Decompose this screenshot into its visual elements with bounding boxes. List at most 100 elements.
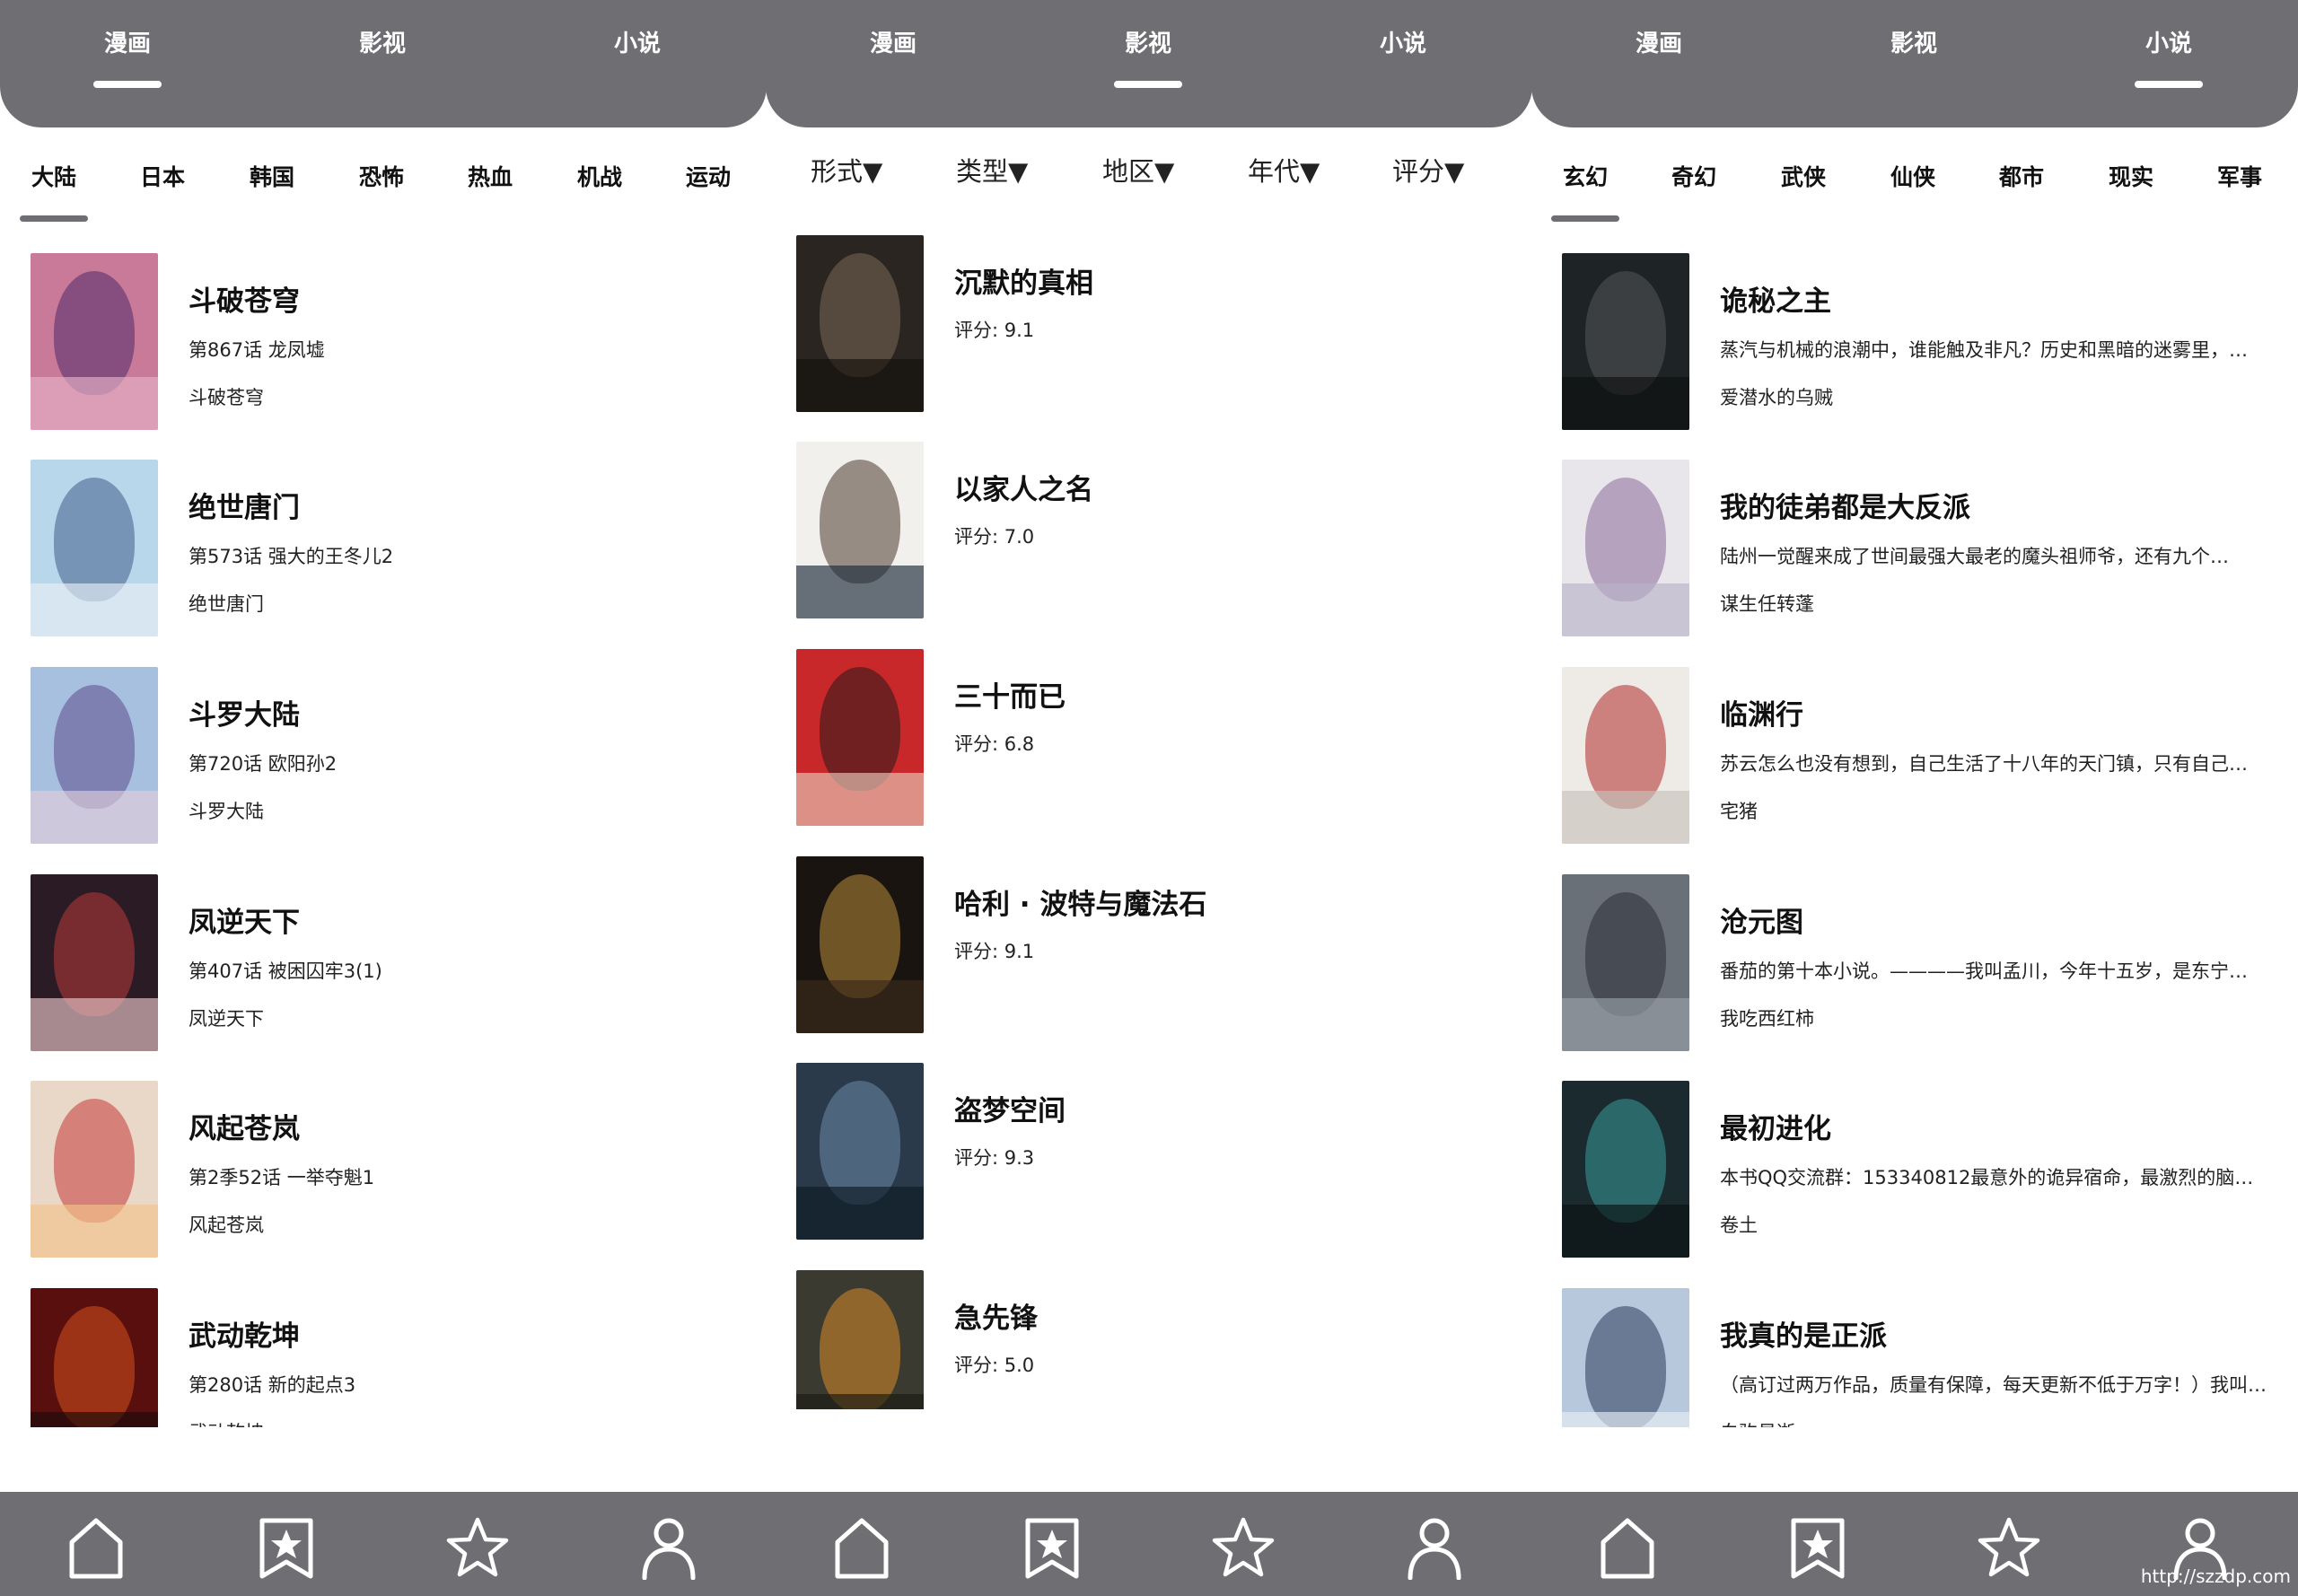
active-tab-indicator	[93, 81, 162, 88]
category-horror[interactable]: 恐怖	[359, 160, 404, 192]
list-item[interactable]: 斗罗大陆 第720话 欧阳孙2 斗罗大陆	[0, 656, 767, 863]
item-name: 斗破苍穹	[189, 387, 264, 408]
filter-year[interactable]: 年代▼	[1248, 151, 1320, 189]
bookmark-star-icon[interactable]	[255, 1515, 318, 1580]
bookmark-star-icon[interactable]	[1021, 1515, 1083, 1580]
tab-video[interactable]: 影视	[1842, 25, 1986, 58]
category-mainland[interactable]: 大陆	[31, 160, 76, 192]
filter-rating[interactable]: 评分▼	[1392, 151, 1464, 189]
poster-image	[796, 442, 924, 618]
poster-image	[796, 649, 924, 826]
user-icon[interactable]	[637, 1515, 700, 1580]
item-rating: 评分: 7.0	[954, 526, 1035, 548]
tab-novel[interactable]: 小说	[566, 25, 709, 58]
item-title: 盗梦空间	[954, 1095, 1066, 1127]
item-title: 临渊行	[1720, 699, 1803, 732]
item-title: 最初进化	[1720, 1113, 1831, 1145]
item-description: 番茄的第十本小说。————我叫孟川，今年十五岁，是东宁…	[1720, 960, 2248, 982]
item-author: 谋生任转蓬	[1720, 593, 1814, 615]
category-hot-blood[interactable]: 热血	[468, 160, 513, 192]
category-fantasy[interactable]: 奇幻	[1671, 160, 1716, 192]
list-item[interactable]: 我真的是正派 （高订过两万作品，质量有保障，每天更新不低于万字！）我叫… 白驹易…	[1531, 1277, 2298, 1427]
home-icon[interactable]	[65, 1515, 127, 1580]
category-urban[interactable]: 都市	[1999, 160, 2044, 192]
item-name: 凤逆天下	[189, 1008, 264, 1030]
tab-label: 小说	[613, 31, 661, 57]
category-realistic[interactable]: 现实	[2109, 160, 2153, 192]
item-title: 我的徒弟都是大反派	[1720, 492, 1970, 524]
poster-image	[796, 1063, 924, 1240]
category-wuxia[interactable]: 武侠	[1781, 160, 1826, 192]
list-item[interactable]: 凤逆天下 第407话 被困囚牢3(1) 凤逆天下	[0, 864, 767, 1070]
category-korea[interactable]: 韩国	[250, 160, 294, 192]
filter-format[interactable]: 形式▼	[811, 151, 882, 189]
item-name: 绝世唐门	[189, 593, 264, 615]
item-rating: 评分: 9.1	[954, 320, 1035, 341]
item-title: 风起苍岚	[189, 1113, 300, 1145]
star-icon[interactable]	[1212, 1515, 1275, 1580]
category-sports[interactable]: 运动	[686, 160, 731, 192]
item-author: 宅猪	[1720, 801, 1758, 822]
bookmark-star-icon[interactable]	[1786, 1515, 1849, 1580]
list-item[interactable]: 三十而已 评分: 6.8	[766, 638, 1532, 845]
item-author: 我吃西红柿	[1720, 1008, 1814, 1030]
list-item[interactable]: 斗破苍穹 第867话 龙凤墟 斗破苍穹	[0, 242, 767, 449]
novel-list: 诡秘之主 蒸汽与机械的浪潮中，谁能触及非凡？历史和黑暗的迷雾里，… 爱潜水的乌贼…	[1531, 242, 2298, 1427]
tab-manhua[interactable]: 漫画	[821, 25, 965, 58]
novel-panel: 漫画 影视 小说 玄幻 奇幻 武侠 仙侠 都市 现实 军事 诡秘之主 蒸汽与机械…	[1531, 0, 2298, 1596]
list-item[interactable]: 绝世唐门 第573话 强大的王冬儿2 绝世唐门	[0, 449, 767, 655]
home-icon[interactable]	[830, 1515, 893, 1580]
bottom-nav	[0, 1492, 767, 1596]
star-icon[interactable]	[446, 1515, 509, 1580]
tab-video[interactable]: 影视	[311, 25, 454, 58]
bottom-nav	[766, 1492, 1532, 1596]
cover-image	[31, 667, 158, 844]
list-item[interactable]: 我的徒弟都是大反派 陆州一觉醒来成了世间最强大最老的魔头祖师爷，还有九个… 谋生…	[1531, 449, 2298, 655]
filter-region[interactable]: 地区▼	[1102, 151, 1174, 189]
item-rating: 评分: 9.1	[954, 941, 1035, 962]
list-item[interactable]: 诡秘之主 蒸汽与机械的浪潮中，谁能触及非凡？历史和黑暗的迷雾里，… 爱潜水的乌贼	[1531, 242, 2298, 449]
latest-chapter: 第720话 欧阳孙2	[189, 753, 338, 775]
tab-label: 影视	[358, 31, 406, 57]
category-mecha[interactable]: 机战	[577, 160, 622, 192]
item-title: 三十而已	[954, 681, 1066, 714]
cover-image	[31, 1081, 158, 1258]
cover-image	[1562, 253, 1689, 430]
tab-novel[interactable]: 小说	[1331, 25, 1475, 58]
list-item[interactable]: 急先锋 评分: 5.0	[766, 1259, 1532, 1409]
filter-genre[interactable]: 类型▼	[956, 151, 1028, 189]
category-xianxia[interactable]: 仙侠	[1890, 160, 1935, 192]
item-description: （高订过两万作品，质量有保障，每天更新不低于万字！）我叫…	[1720, 1374, 2267, 1396]
home-icon[interactable]	[1596, 1515, 1659, 1580]
list-item[interactable]: 沉默的真相 评分: 9.1	[766, 224, 1532, 431]
list-item[interactable]: 以家人之名 评分: 7.0	[766, 431, 1532, 637]
category-military[interactable]: 军事	[2217, 160, 2262, 192]
tab-manhua[interactable]: 漫画	[1587, 25, 1731, 58]
watermark-text: http://szzdp.com	[2140, 1565, 2291, 1587]
list-item[interactable]: 盗梦空间 评分: 9.3	[766, 1052, 1532, 1258]
star-icon[interactable]	[1978, 1515, 2040, 1580]
tab-video[interactable]: 影视	[1076, 25, 1220, 88]
category-xuanhuan[interactable]: 玄幻	[1563, 160, 1608, 192]
active-category-indicator	[1551, 215, 1619, 222]
item-author: 卷土	[1720, 1215, 1758, 1236]
latest-chapter: 第407话 被困囚牢3(1)	[189, 960, 382, 982]
tab-novel[interactable]: 小说	[2097, 25, 2241, 88]
list-item[interactable]: 临渊行 苏云怎么也没有想到，自己生活了十八年的天门镇，只有自己… 宅猪	[1531, 656, 2298, 863]
tab-manhua[interactable]: 漫画	[56, 25, 199, 88]
latest-chapter: 第2季52话 一举夺魁1	[189, 1167, 375, 1188]
list-item[interactable]: 武动乾坤 第280话 新的起点3 武动乾坤	[0, 1277, 767, 1427]
list-item[interactable]: 最初进化 本书QQ交流群：153340812最意外的诡异宿命，最激烈的脑… 卷土	[1531, 1070, 2298, 1276]
item-rating: 评分: 9.3	[954, 1147, 1035, 1169]
list-item[interactable]: 风起苍岚 第2季52话 一举夺魁1 风起苍岚	[0, 1070, 767, 1276]
item-name: 风起苍岚	[189, 1215, 264, 1236]
list-item[interactable]: 哈利 · 波特与魔法石 评分: 9.1	[766, 846, 1532, 1052]
cover-image	[31, 1288, 158, 1427]
item-description: 苏云怎么也没有想到，自己生活了十八年的天门镇，只有自己…	[1720, 753, 2248, 775]
category-japan[interactable]: 日本	[140, 160, 185, 192]
item-name: 武动乾坤	[189, 1418, 264, 1427]
list-item[interactable]: 沧元图 番茄的第十本小说。————我叫孟川，今年十五岁，是东宁… 我吃西红柿	[1531, 864, 2298, 1070]
item-title: 绝世唐门	[189, 492, 300, 524]
user-icon[interactable]	[1403, 1515, 1466, 1580]
tab-label: 影视	[1890, 31, 1937, 57]
